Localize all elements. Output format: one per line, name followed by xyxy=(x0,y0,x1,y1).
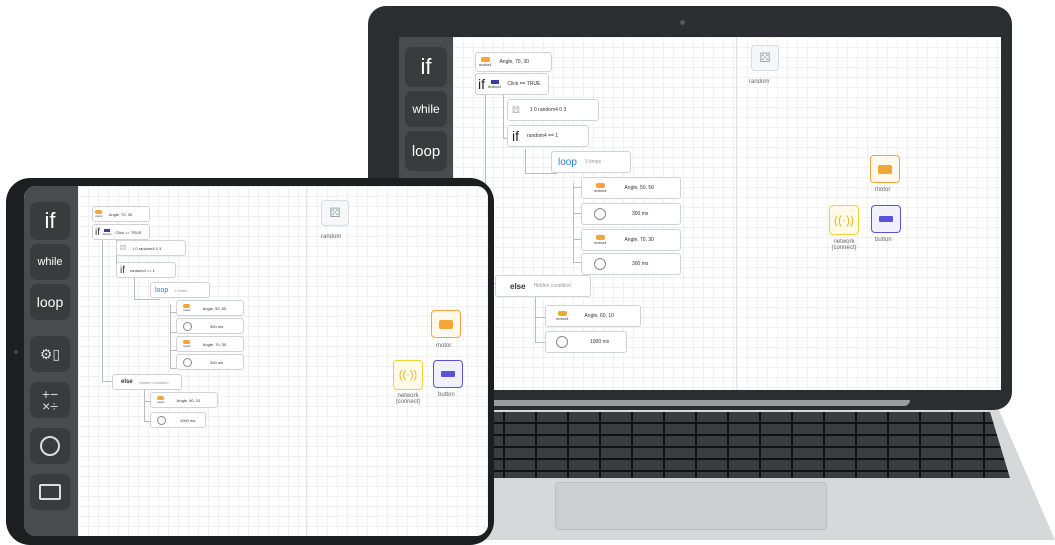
motor-label: motor xyxy=(875,187,891,193)
random-dice-icon[interactable]: ⚄ xyxy=(321,200,349,226)
motor-block[interactable]: motor Angle, 60, 10 xyxy=(150,392,218,408)
network-label: network (connect) xyxy=(831,239,857,251)
tablet-code-canvas[interactable]: motor Angle, 70, 30 if button Click == T… xyxy=(78,186,306,536)
motor-component[interactable] xyxy=(870,155,900,183)
motor-block[interactable]: motor4 Angle, 60, 10 xyxy=(545,305,641,327)
clock-icon xyxy=(40,436,60,456)
tablet-components-panel: ⚄ random motor ((·)) network (connect) b… xyxy=(306,186,488,536)
loop-block[interactable]: loop 3 times xyxy=(150,282,210,298)
timer-tile-icon[interactable] xyxy=(30,428,70,464)
button-icon xyxy=(879,216,893,222)
clock-icon xyxy=(594,258,606,270)
motor-block[interactable]: motor4 Angle, 50, 50 xyxy=(581,177,681,199)
wait-block[interactable]: 300 ms xyxy=(176,318,244,334)
button-icon xyxy=(441,371,455,377)
clock-icon xyxy=(556,336,568,348)
button-component[interactable] xyxy=(433,360,463,388)
if-random-block[interactable]: if random4 == 1 xyxy=(507,125,589,147)
motor-block[interactable]: motor Angle, 70, 30 xyxy=(176,336,244,352)
tablet-camera xyxy=(14,350,18,354)
wait-block[interactable]: 300 ms xyxy=(176,354,244,370)
laptop-code-canvas[interactable]: motor4 Angle, 70, 30 if button4 Click ==… xyxy=(453,37,736,390)
network-component[interactable]: ((·)) xyxy=(393,360,423,390)
motor-block[interactable]: motor Angle, 70, 30 xyxy=(92,206,150,222)
motor-block[interactable]: motor4 Angle, 70, 30 xyxy=(581,229,681,251)
if-button-block[interactable]: if button Click == TRUE xyxy=(92,224,150,240)
clock-icon xyxy=(157,415,166,425)
laptop-trackpad xyxy=(555,482,827,530)
wait-block[interactable]: 300 ms xyxy=(581,253,681,275)
display-tile-icon[interactable] xyxy=(30,474,70,510)
if-button-block[interactable]: if button4 Click == TRUE xyxy=(475,73,549,95)
wait-block[interactable]: 1000 ms xyxy=(150,412,206,428)
if-block-tile[interactable]: if xyxy=(30,202,70,240)
button-label: button xyxy=(438,392,455,398)
if-random-block[interactable]: if random4 == 1 xyxy=(116,262,176,278)
math-tile-icon[interactable]: +− ×÷ xyxy=(30,382,70,418)
wifi-icon: ((·)) xyxy=(398,369,418,381)
clock-icon xyxy=(183,357,192,367)
button-label: button xyxy=(875,237,892,243)
tablet-sidebar: if while loop ⚙▯ +− ×÷ xyxy=(24,186,78,536)
dice-icon: ⚄ xyxy=(120,245,127,252)
clock-icon xyxy=(183,321,192,331)
motor-component[interactable] xyxy=(431,310,461,338)
while-block-tile[interactable]: while xyxy=(405,91,447,127)
if-block-tile[interactable]: if xyxy=(405,47,447,87)
dice-icon: ⚄ xyxy=(512,104,520,115)
random-block[interactable]: ⚄ 1 0 random4 0 3 xyxy=(116,240,186,256)
motor-label: motor xyxy=(436,343,452,349)
while-block-tile[interactable]: while xyxy=(30,244,70,280)
network-label: network (connect) xyxy=(395,393,421,405)
random-label: random xyxy=(749,79,770,85)
screen-icon xyxy=(39,484,61,500)
tablet-screen: if while loop ⚙▯ +− ×÷ motor Angle, 70, … xyxy=(24,186,488,536)
motor-block[interactable]: motor4 Angle, 70, 30 xyxy=(475,52,552,72)
wait-block[interactable]: 1000 ms xyxy=(545,331,627,353)
motor-icon xyxy=(878,164,892,174)
wait-block[interactable]: 300 ms xyxy=(581,203,681,225)
else-block[interactable]: else Hidden condition xyxy=(495,275,591,297)
clock-icon xyxy=(594,208,606,220)
loop-block[interactable]: loop 3 times xyxy=(551,151,631,173)
laptop-hinge xyxy=(470,400,910,406)
else-block[interactable]: else Hidden condition xyxy=(112,374,182,390)
motor-icon xyxy=(439,319,453,329)
sensor-tile-icon[interactable]: ⚙▯ xyxy=(30,336,70,372)
laptop-components-panel: ⚄ random motor ((·)) network (connect) b… xyxy=(736,37,1001,390)
motor-block[interactable]: motor Angle, 50, 50 xyxy=(176,300,244,316)
network-component[interactable]: ((·)) xyxy=(829,205,859,235)
button-component[interactable] xyxy=(871,205,901,233)
random-block[interactable]: ⚄ 1 0 random4 0 3 xyxy=(507,99,599,121)
loop-block-tile[interactable]: loop xyxy=(405,131,447,171)
random-label: random xyxy=(321,234,342,240)
random-dice-icon[interactable]: ⚄ xyxy=(751,45,779,71)
loop-block-tile[interactable]: loop xyxy=(30,284,70,320)
laptop-camera xyxy=(680,20,685,25)
wifi-icon: ((·)) xyxy=(834,213,854,227)
